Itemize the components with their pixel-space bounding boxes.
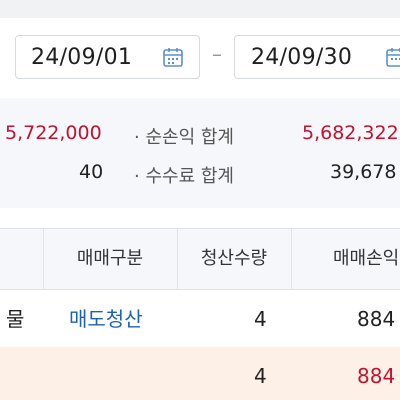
calendar-icon[interactable] bbox=[385, 46, 400, 68]
table-header: 매매구분 청산수량 매매손익 bbox=[0, 229, 400, 290]
end-date-field[interactable]: 24/09/30 bbox=[234, 35, 400, 79]
column-divider bbox=[291, 229, 292, 289]
total-trade-pnl: 884 bbox=[357, 364, 396, 388]
trade-history-screen: 24/09/01 – 24/09/30 5,722,000 · 순손익 합계 5… bbox=[0, 0, 400, 400]
start-date-field[interactable]: 24/09/01 bbox=[15, 35, 200, 79]
table-row[interactable]: 물 매도청산 4 884 bbox=[0, 290, 400, 349]
calendar-icon[interactable] bbox=[162, 46, 184, 68]
cell-settle-qty: 4 bbox=[254, 307, 267, 331]
cell-trade-pnl: 884 bbox=[357, 307, 396, 331]
table-total-row: 4 884 bbox=[0, 347, 400, 400]
summary-row2-left-value: 40 bbox=[79, 161, 104, 183]
fee-total-value: 39,678 bbox=[330, 161, 397, 183]
cell-product: 물 bbox=[6, 307, 25, 331]
start-date-text: 24/09/01 bbox=[31, 45, 133, 70]
end-date-text: 24/09/30 bbox=[251, 45, 353, 70]
net-pnl-total-value: 5,682,322 bbox=[302, 122, 399, 144]
top-strip bbox=[0, 0, 400, 18]
header-trade-pnl: 매매손익 bbox=[333, 248, 400, 269]
total-settle-qty: 4 bbox=[254, 364, 267, 388]
cell-trade-type: 매도청산 bbox=[69, 307, 143, 331]
date-range-separator: – bbox=[212, 42, 222, 66]
fee-total-label: · 수수료 합계 bbox=[134, 166, 234, 187]
header-settle-qty: 청산수량 bbox=[200, 248, 268, 269]
trade-table: 매매구분 청산수량 매매손익 물 매도청산 4 884 4 884 bbox=[0, 228, 400, 400]
summary-row1-left-value: 5,722,000 bbox=[5, 122, 102, 144]
net-pnl-total-label: · 순손익 합계 bbox=[134, 127, 234, 148]
header-trade-type: 매매구분 bbox=[76, 248, 144, 269]
summary-panel: 5,722,000 · 순손익 합계 5,682,322 40 · 수수료 합계… bbox=[0, 98, 400, 208]
